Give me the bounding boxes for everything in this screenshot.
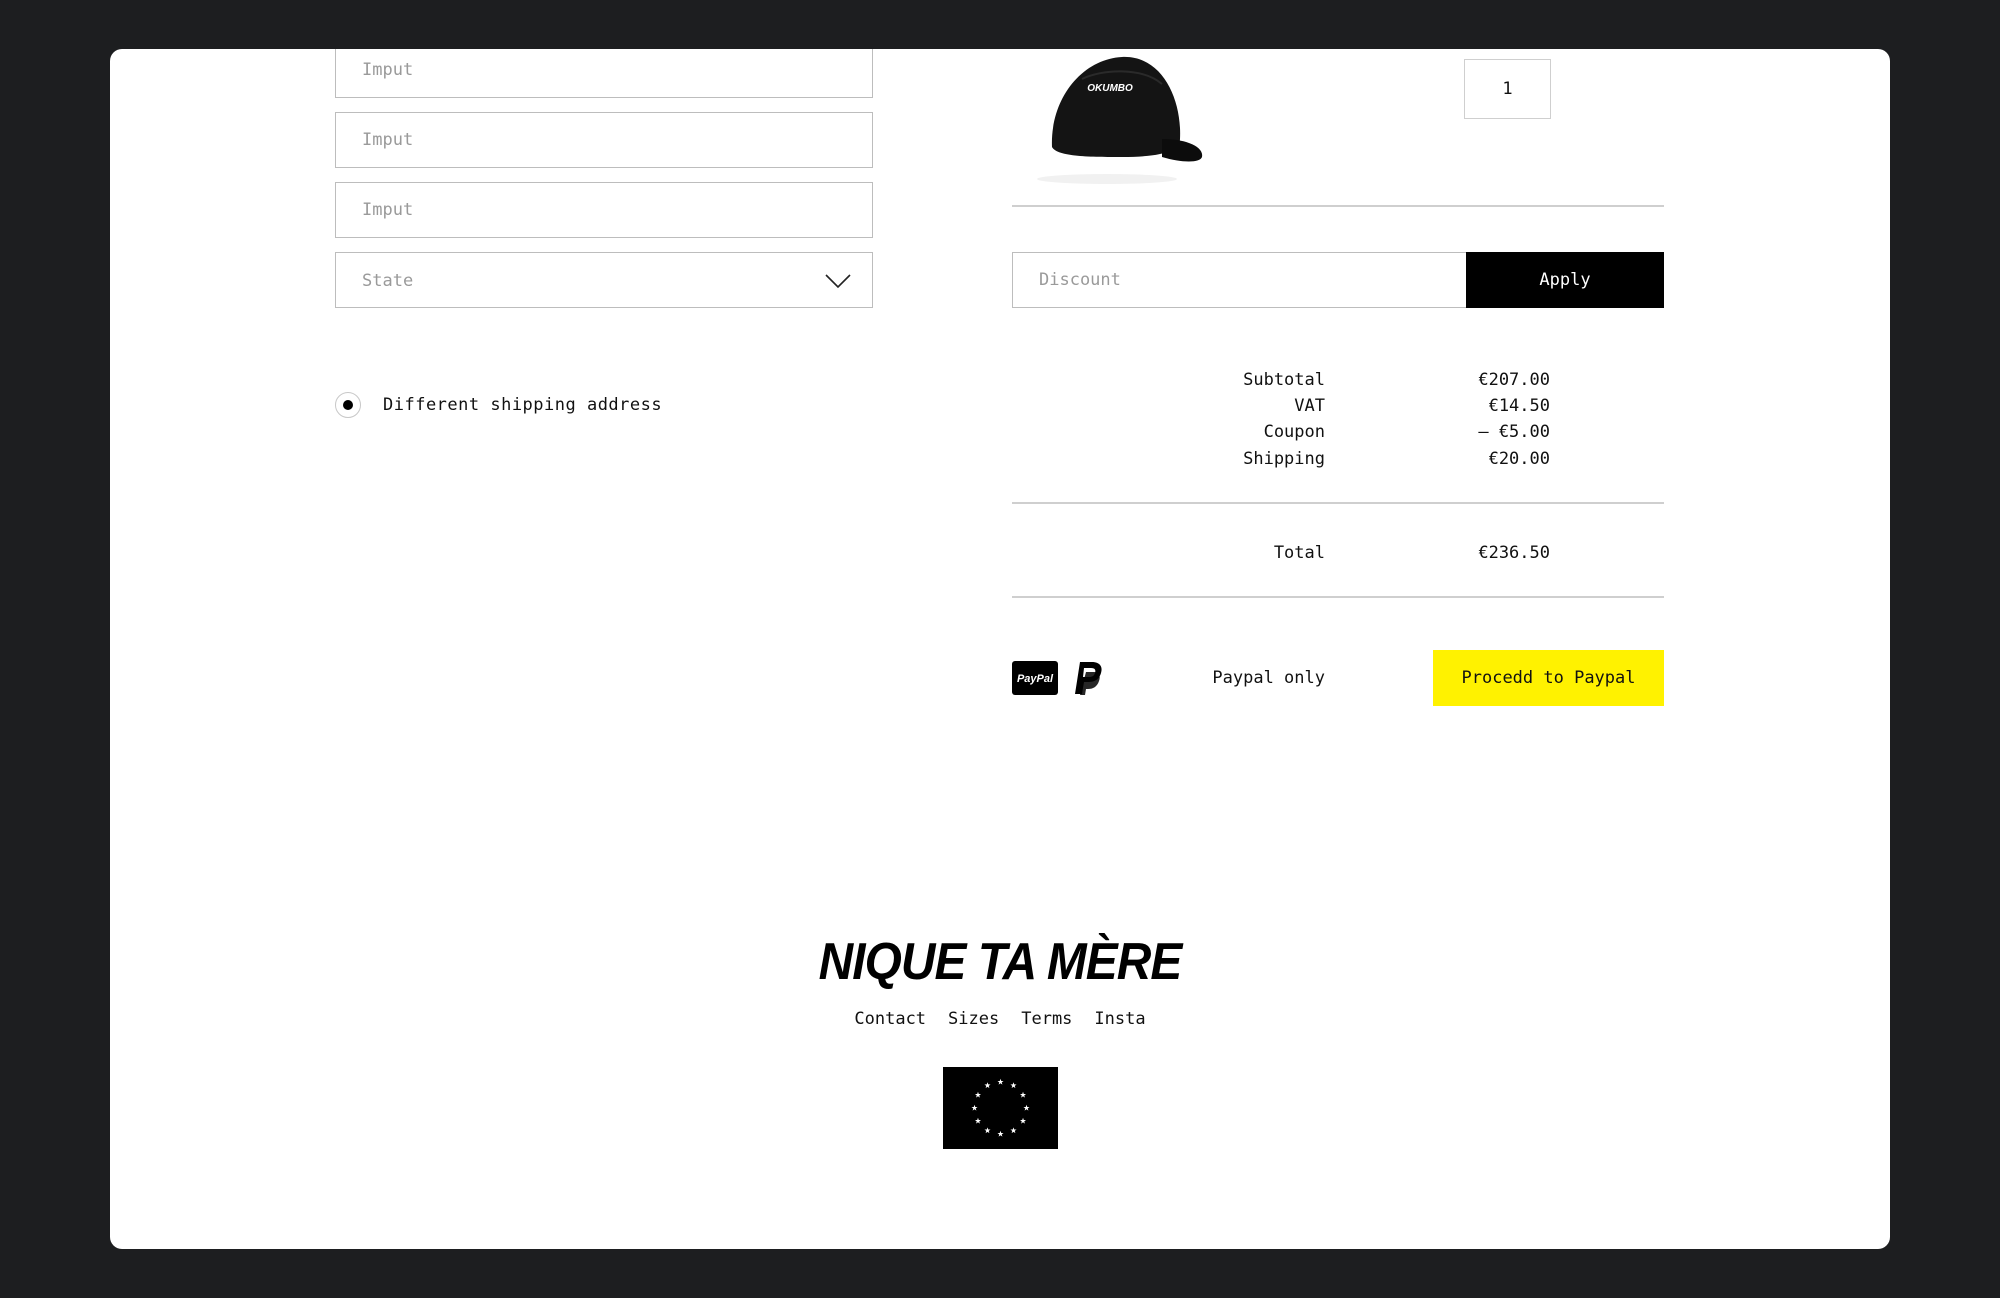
paypal-logo-icon (1075, 662, 1102, 695)
summary-label: VAT (1294, 396, 1325, 416)
payment-note: Paypal only (1212, 668, 1325, 688)
summary-value: €20.00 (1488, 449, 1550, 469)
apply-button[interactable]: Apply (1466, 252, 1664, 308)
summary-row-subtotal: Subtotal €207.00 (1012, 370, 1664, 396)
discount-input-wrapper (1012, 252, 1468, 308)
divider (1012, 502, 1664, 504)
summary-value: €14.50 (1488, 396, 1550, 416)
address-input-2[interactable] (336, 113, 872, 167)
state-select-label: State (362, 271, 414, 291)
summary-row-vat: VAT €14.50 (1012, 396, 1664, 422)
different-shipping-option[interactable]: Different shipping address (335, 391, 662, 419)
summary-value: €207.00 (1478, 370, 1550, 390)
summary-row-coupon: Coupon – €5.00 (1012, 422, 1664, 448)
shipping-radio[interactable] (335, 392, 361, 418)
checkout-card: State Different shipping address OKUMBO … (110, 49, 1890, 1249)
total-label: Total (1273, 543, 1325, 563)
product-brand-text: OKUMBO (1087, 83, 1133, 94)
payment-row: PayPal Paypal only Procedd to Paypal (1012, 650, 1664, 706)
footer-link-terms[interactable]: Terms (1021, 1009, 1072, 1029)
summary-label: Subtotal (1243, 370, 1325, 390)
summary-row-shipping: Shipping €20.00 (1012, 449, 1664, 475)
summary-value: – €5.00 (1478, 422, 1550, 442)
address-input-1-wrapper (335, 49, 873, 98)
address-input-3-wrapper (335, 182, 873, 238)
summary-label: Shipping (1243, 449, 1325, 469)
divider (1012, 596, 1664, 598)
address-input-3[interactable] (336, 183, 872, 237)
summary-label: Coupon (1263, 422, 1325, 442)
discount-input[interactable] (1013, 253, 1468, 307)
address-input-1[interactable] (336, 49, 872, 97)
footer-link-insta[interactable]: Insta (1094, 1009, 1145, 1029)
summary-row-total: Total €236.50 (1012, 543, 1664, 569)
quantity-field[interactable]: 1 (1464, 59, 1551, 119)
paypal-badge-text: PayPal (1017, 673, 1054, 685)
footer-link-sizes[interactable]: Sizes (948, 1009, 999, 1029)
footer-brand-logo: NIQUE TA MÈRE (818, 933, 1183, 991)
eu-flag-icon (943, 1067, 1058, 1149)
total-value: €236.50 (1478, 543, 1550, 563)
shipping-radio-label: Different shipping address (383, 395, 663, 415)
proceed-to-paypal-button[interactable]: Procedd to Paypal (1433, 650, 1664, 706)
chevron-down-icon (825, 274, 851, 289)
footer-link-contact[interactable]: Contact (854, 1009, 926, 1029)
address-input-2-wrapper (335, 112, 873, 168)
footer-links: Contact Sizes Terms Insta (110, 1009, 1890, 1029)
paypal-badge-icon: PayPal (1012, 661, 1058, 695)
divider (1012, 205, 1664, 207)
product-image: OKUMBO (1037, 56, 1203, 184)
quantity-value: 1 (1502, 79, 1513, 99)
state-select[interactable]: State (335, 252, 873, 308)
